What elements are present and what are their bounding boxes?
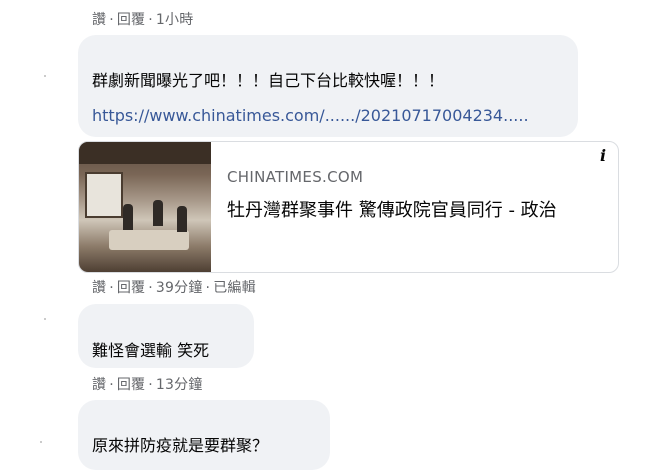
info-icon[interactable]: i: [589, 140, 617, 170]
like-link[interactable]: 讚: [92, 280, 106, 296]
link-preview-image[interactable]: [79, 142, 211, 272]
avatar-placeholder: [44, 318, 46, 320]
comment-text: 群劇新聞曝光了吧！！！自己下台比較快喔！！！: [92, 71, 445, 90]
like-link[interactable]: 讚: [92, 377, 106, 393]
like-link[interactable]: 讚: [92, 12, 106, 28]
reply-link[interactable]: 回覆: [117, 280, 145, 296]
comment-actions: 讚 · 回覆 · 13分鐘: [92, 377, 203, 393]
comment-actions: 讚 · 回覆 · 1小時: [92, 12, 194, 28]
reply-link[interactable]: 回覆: [117, 12, 145, 28]
timestamp[interactable]: 1小時: [156, 12, 194, 28]
timestamp[interactable]: 13分鐘: [156, 377, 203, 393]
link-preview-title[interactable]: 牡丹灣群聚事件 驚傳政院官員同行 - 政治: [227, 198, 597, 224]
comment-text: 原來拼防疫就是要群聚？: [92, 436, 269, 455]
avatar-placeholder: [44, 75, 46, 77]
reply-link[interactable]: 回覆: [117, 377, 145, 393]
edited-label[interactable]: 已編輯: [213, 280, 256, 296]
comment-link[interactable]: https://www.chinatimes.com/....../202107…: [92, 106, 529, 125]
comment-actions: 讚 · 回覆 · 39分鐘 · 已編輯: [92, 280, 256, 296]
timestamp[interactable]: 39分鐘: [156, 280, 203, 296]
link-preview-card[interactable]: CHINATIMES.COM 牡丹灣群聚事件 驚傳政院官員同行 - 政治: [78, 141, 619, 273]
avatar-placeholder: [40, 441, 42, 443]
link-preview-domain: CHINATIMES.COM: [227, 168, 364, 186]
comment-text: 難怪會選輸 笑死: [92, 341, 210, 360]
